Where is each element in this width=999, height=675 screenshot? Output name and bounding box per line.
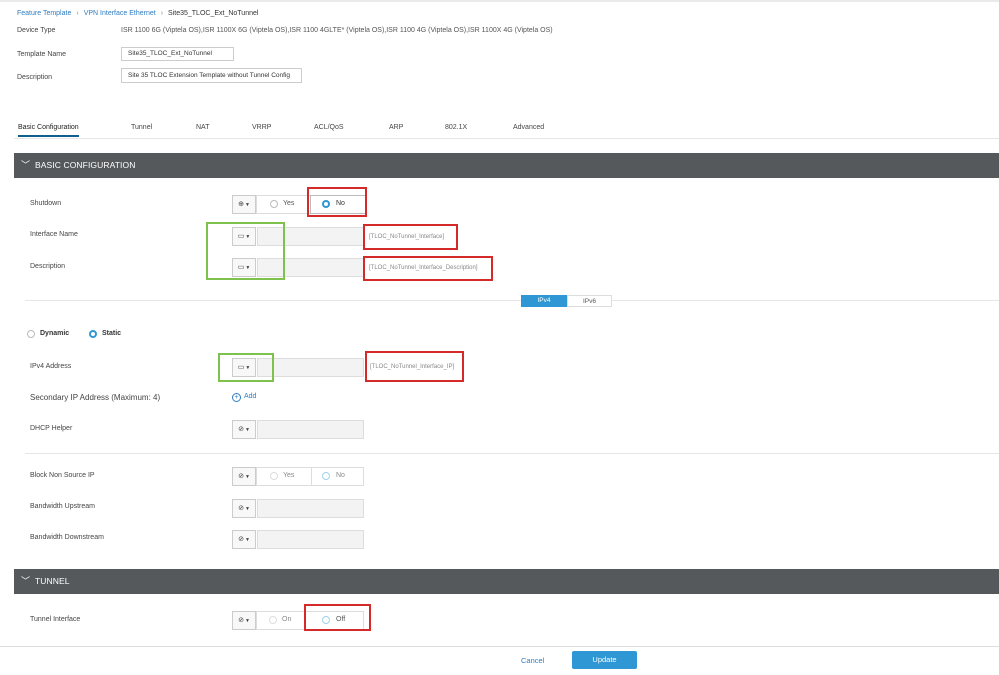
interface-description-label: Description [30,263,66,270]
ipv4-toggle[interactable]: IPv4 [521,295,567,307]
caret-down-icon: ▼ [244,506,250,512]
bandwidth-upstream-field[interactable] [257,499,364,518]
scope-global-dropdown[interactable]: ⊕▼ [232,195,256,214]
tab-arp[interactable]: ARP [389,124,403,131]
breadcrumb-separator-icon: › [160,10,164,17]
cancel-button[interactable]: Cancel [521,656,544,665]
template-name-label: Template Name [17,51,67,58]
dhcp-helper-label: DHCP Helper [30,425,73,432]
tab-advanced[interactable]: Advanced [513,124,544,131]
scope-default-dropdown[interactable]: ⊘▼ [232,420,256,439]
shutdown-label: Shutdown [30,200,62,207]
interface-description-variable: [TLOC_NoTunnel_Interface_Description] [369,265,478,271]
add-label: Add [244,393,257,400]
dynamic-radio[interactable] [27,330,35,338]
scope-default-dropdown[interactable]: ⊘▼ [232,467,256,486]
scope-default-dropdown[interactable]: ⊘▼ [232,499,256,518]
tab-acl-qos[interactable]: ACL/QoS [314,124,344,131]
bandwidth-downstream-label: Bandwidth Downstream [30,534,104,541]
check-circle-icon: ⊘ [238,426,244,433]
check-circle-icon: ⊘ [238,536,244,543]
breadcrumb-current: Site35_TLOC_Ext_NoTunnel [168,10,259,17]
block-yes-label: Yes [283,472,295,479]
breadcrumb-feature-template[interactable]: Feature Template [17,10,71,17]
check-circle-icon: ⊘ [238,505,244,512]
section-tunnel[interactable]: ﹀ TUNNEL [14,569,999,594]
check-circle-icon: ⊘ [238,617,244,624]
caret-down-icon: ▼ [244,537,250,543]
ipv4-address-label: IPv4 Address [30,363,72,370]
secondary-ip-label: Secondary IP Address (Maximum: 4) [30,393,161,402]
highlight-ipv4-scope [218,353,274,382]
tunnel-on-radio[interactable] [269,616,277,624]
device-type-label: Device Type [17,27,56,34]
divider [25,453,999,454]
interface-name-label: Interface Name [30,231,78,238]
tab-bar: Basic Configuration Tunnel NAT VRRP ACL/… [14,120,999,139]
block-no-label: No [336,472,345,479]
section-title: BASIC CONFIGURATION [35,160,136,170]
scope-default-dropdown[interactable]: ⊘▼ [232,530,256,549]
block-yes-radio[interactable] [270,472,278,480]
bandwidth-upstream-label: Bandwidth Upstream [30,503,95,510]
divider [25,300,999,301]
shutdown-yes-label: Yes [283,200,295,207]
description-input[interactable]: Site 35 TLOC Extension Template without … [121,68,302,83]
breadcrumb-separator-icon: › [76,10,79,17]
highlight-scope-buttons [206,222,285,280]
block-no-radio[interactable] [322,472,330,480]
top-border [0,0,999,2]
shutdown-yes-radio[interactable] [270,200,278,208]
dynamic-label: Dynamic [40,330,70,337]
breadcrumb: Feature Template › VPN Interface Ethernet ›… [17,10,258,17]
dhcp-helper-field[interactable] [257,420,364,439]
scope-default-dropdown[interactable]: ⊘▼ [232,611,256,630]
static-label: Static [102,330,122,337]
radio-separator [311,467,312,486]
interface-name-variable: [TLOC_NoTunnel_Interface] [369,234,445,240]
template-name-input[interactable]: Site35_TLOC_Ext_NoTunnel [121,47,234,61]
caret-down-icon: ▼ [244,618,250,624]
tab-tunnel[interactable]: Tunnel [131,124,152,131]
add-secondary-ip-button[interactable]: + Add [232,393,256,402]
tab-basic-configuration[interactable]: Basic Configuration [18,124,79,137]
plus-icon: + [232,393,241,402]
tab-nat[interactable]: NAT [196,124,209,131]
description-label: Description [17,74,53,81]
check-circle-icon: ⊘ [238,473,244,480]
ipv6-toggle[interactable]: IPv6 [567,295,612,307]
section-title: TUNNEL [35,576,70,586]
caret-down-icon: ▼ [244,427,250,433]
block-non-source-ip-label: Block Non Source IP [30,472,95,479]
static-radio[interactable] [89,330,97,338]
caret-down-icon: ▼ [244,202,250,208]
chevron-down-icon: ﹀ [21,576,31,586]
tab-vrrp[interactable]: VRRP [252,124,271,131]
highlight-shutdown-no [307,187,367,217]
globe-icon: ⊕ [238,201,244,208]
update-button[interactable]: Update [572,651,637,669]
breadcrumb-vpn-interface-ethernet[interactable]: VPN Interface Ethernet [84,10,156,17]
tunnel-on-label: On [282,616,292,623]
tab-8021x[interactable]: 802.1X [445,124,467,131]
ipv4-address-variable: [TLOC_NoTunnel_Interface_IP] [370,364,455,370]
highlight-tunnel-off [304,604,371,631]
chevron-down-icon: ﹀ [21,160,31,170]
footer-bar [0,646,999,675]
section-basic-configuration[interactable]: ﹀ BASIC CONFIGURATION [14,153,999,178]
bandwidth-downstream-field[interactable] [257,530,364,549]
device-type-value: ISR 1100 6G (Viptela OS),ISR 1100X 6G (V… [121,27,553,34]
tunnel-interface-label: Tunnel Interface [30,616,81,623]
caret-down-icon: ▼ [244,474,250,480]
